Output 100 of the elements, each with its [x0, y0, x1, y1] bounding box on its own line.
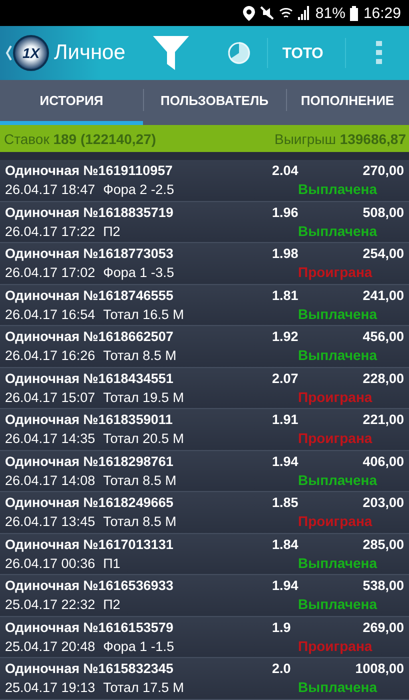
bet-odds: 1.91	[272, 412, 300, 427]
winnings-total: Выигрыш 139686,87	[274, 130, 406, 146]
bet-market: Тотал 8.5 М	[103, 348, 178, 363]
bet-status: Выплачена	[298, 554, 378, 570]
bet-amount: 221,00	[362, 412, 404, 427]
bet-row[interactable]: Одиночная №1616536933 1.94 538,00 25.04.17 22:32 П2 Выплачена	[0, 575, 409, 616]
bet-market: Тотал 8.5 М	[103, 514, 178, 529]
bet-amount: 270,00	[362, 163, 404, 178]
bet-date: 26.04.17 14:35	[5, 431, 96, 446]
bet-amount: 285,00	[362, 536, 404, 552]
bet-status: Выплачена	[298, 679, 378, 695]
battery-icon	[350, 6, 358, 20]
bet-market: Тотал 19.5 М	[103, 390, 185, 404]
bet-date: 25.04.17 22:32	[5, 597, 96, 612]
wifi-icon	[279, 6, 294, 20]
bet-odds: 1.92	[272, 329, 300, 344]
bet-date: 26.04.17 14:08	[5, 472, 96, 488]
bet-status: Выплачена	[298, 181, 378, 197]
bet-market: Тотал 17.5 М	[103, 680, 185, 695]
bet-title: Одиночная №1618662507	[5, 329, 174, 344]
bet-amount: 538,00	[362, 578, 404, 593]
bet-row[interactable]: Одиночная №1618298761 1.94 406,00 26.04.17 14:08 Тотал 8.5 М Выплачена	[0, 450, 409, 492]
bet-odds: 1.94	[272, 454, 300, 468]
bet-row[interactable]: Одиночная №1618359011 1.91 221,00 26.04.17 14:35 Тотал 20.5 М Проиграна	[0, 409, 409, 450]
bet-odds: 1.84	[272, 536, 300, 552]
bet-date: 26.04.17 17:22	[5, 224, 96, 238]
bet-title: Одиночная №1619110957	[5, 163, 174, 178]
bet-date: 25.04.17 19:13	[5, 680, 96, 695]
bet-title: Одиночная №1615832345	[5, 661, 174, 676]
bet-row[interactable]: Одиночная №1618773053 1.98 254,00 26.04.17 17:02 Фора 1 -3.5 Проиграна	[0, 243, 409, 284]
bet-date: 26.04.17 16:54	[5, 306, 96, 322]
bet-market: Фора 1 -1.5	[103, 638, 176, 654]
bet-amount: 508,00	[362, 204, 404, 220]
tab[interactable]: ПОПОЛНЕНИЕ	[286, 80, 409, 125]
bet-title: Одиночная №1617013131	[5, 536, 174, 552]
bet-market: П2	[103, 597, 122, 612]
bet-row[interactable]: Одиночная №1618662507 1.92 456,00 26.04.17 16:26 Тотал 8.5 М Выплачена	[0, 326, 409, 368]
menu-icon[interactable]	[376, 41, 382, 65]
bet-title: Одиночная №1618434551	[5, 370, 174, 386]
bet-title: Одиночная №1618249665	[5, 495, 174, 510]
bet-odds: 1.9	[272, 620, 292, 634]
bet-title: Одиночная №1618298761	[5, 454, 174, 468]
bet-row[interactable]: Одиночная №1619110957 2.04 270,00 26.04.17 18:47 Фора 2 -2.5 Выплачена	[0, 160, 409, 202]
battery-percent: 81%	[315, 4, 346, 22]
bet-amount: 269,00	[362, 620, 404, 634]
page-title: Личное	[54, 41, 126, 65]
location-icon	[243, 6, 256, 20]
bet-row[interactable]: Одиночная №1618434551 2.07 228,00 26.04.17 15:07 Тотал 19.5 М Проиграна	[0, 368, 409, 409]
filter-icon[interactable]	[153, 36, 190, 70]
bet-date: 26.04.17 15:07	[5, 390, 96, 404]
bet-date: 26.04.17 00:36	[5, 556, 96, 570]
bet-row[interactable]: Одиночная №1618249665 1.85 203,00 26.04.17 13:45 Тотал 8.5 М Проиграна	[0, 492, 409, 534]
bet-market: П2	[103, 224, 122, 238]
bet-status: Проиграна	[298, 430, 374, 446]
bet-amount: 241,00	[362, 288, 404, 302]
bet-status: Выплачена	[298, 596, 378, 612]
bet-row[interactable]: Одиночная №1618835719 1.96 508,00 26.04.17 17:22 П2 Выплачена	[0, 202, 409, 243]
bet-title: Одиночная №1618835719	[5, 204, 174, 220]
bet-title: Одиночная №1616153579	[5, 620, 174, 634]
bet-date: 26.04.17 13:45	[5, 514, 96, 529]
bet-odds: 2.04	[272, 163, 300, 178]
bet-status: Выплачена	[298, 306, 378, 322]
bet-row[interactable]: Одиночная №1617013131 1.84 285,00 26.04.17 00:36 П1 Выплачена	[0, 534, 409, 575]
bet-market: Тотал 16.5 М	[103, 306, 185, 322]
bet-status: Проиграна	[298, 264, 374, 280]
bet-amount: 456,00	[362, 329, 404, 344]
bet-amount: 406,00	[362, 454, 404, 468]
bet-market: Фора 1 -3.5	[103, 265, 176, 280]
bet-odds: 1.98	[272, 246, 300, 261]
bet-odds: 1.81	[272, 288, 300, 302]
bet-row[interactable]: Одиночная №1615832345 2.0 1008,00 25.04.17 19:13 Тотал 17.5 М Выплачена	[0, 658, 409, 700]
bet-amount: 254,00	[362, 246, 404, 261]
bet-date: 25.04.17 20:48	[5, 638, 96, 654]
bet-date: 26.04.17 18:47	[5, 182, 96, 197]
bet-status: Выплачена	[298, 347, 378, 363]
bet-date: 26.04.17 17:02	[5, 265, 96, 280]
bet-title: Одиночная №1618773053	[5, 246, 174, 261]
bet-title: Одиночная №1618359011	[5, 412, 174, 427]
bet-status: Проиграна	[298, 388, 374, 404]
bet-status: Проиграна	[298, 638, 374, 654]
bet-market: П1	[103, 556, 122, 570]
bet-market: Тотал 8.5 М	[103, 472, 178, 488]
bet-status: Выплачена	[298, 472, 378, 488]
bet-odds: 1.96	[272, 204, 300, 220]
mute-icon	[260, 6, 274, 20]
bet-odds: 2.0	[272, 661, 292, 676]
bet-odds: 2.07	[272, 370, 300, 386]
bet-status: Выплачена	[298, 222, 378, 238]
bet-title: Одиночная №1618746555	[5, 288, 174, 302]
signal-icon	[298, 6, 310, 20]
bet-amount: 1008,00	[355, 661, 404, 676]
bet-amount: 228,00	[362, 370, 404, 386]
bet-title: Одиночная №1616536933	[5, 578, 174, 593]
bet-row[interactable]: Одиночная №1618746555 1.81 241,00 26.04.17 16:54 Тотал 16.5 М Выплачена	[0, 284, 409, 326]
tab[interactable]: ПОЛЬЗОВАТЕЛЬ	[143, 80, 286, 125]
bet-row[interactable]: Одиночная №1616153579 1.9 269,00 25.04.17 20:48 Фора 1 -1.5 Проиграна	[0, 616, 409, 658]
bet-date: 26.04.17 16:26	[5, 348, 96, 363]
clock-time: 16:29	[363, 4, 401, 22]
bet-odds: 1.85	[272, 495, 300, 510]
bet-market: Фора 2 -2.5	[103, 182, 176, 197]
